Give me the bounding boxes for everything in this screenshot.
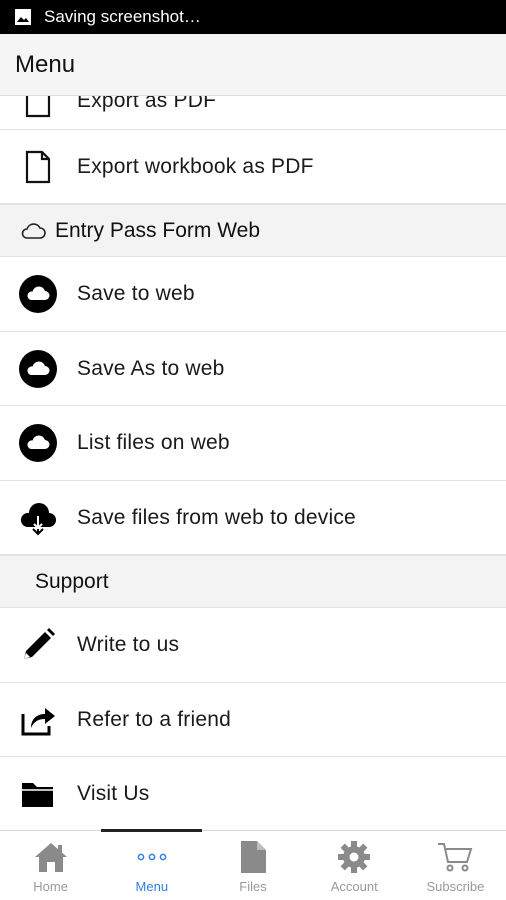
cloud-icon: [18, 423, 58, 463]
image-icon: [14, 8, 32, 26]
menu-item-label: Export as PDF: [77, 96, 217, 112]
menu-item-label: Export workbook as PDF: [77, 154, 314, 178]
file-icon: [18, 147, 58, 187]
menu-item-export-pdf[interactable]: Export as PDF: [0, 96, 506, 130]
tab-menu[interactable]: Menu: [101, 829, 203, 900]
tab-label: Files: [239, 879, 267, 894]
file-icon: [18, 96, 58, 121]
section-header-label: Entry Pass Form Web: [55, 218, 260, 242]
cloud-outline-icon: [20, 222, 46, 240]
menu-item-save-files-to-device[interactable]: Save files from web to device: [0, 481, 506, 555]
menu-item-refer-friend[interactable]: Refer to a friend: [0, 683, 506, 757]
cloud-icon: [18, 349, 58, 389]
share-icon: [18, 700, 58, 740]
menu-item-label: Write to us: [77, 633, 180, 656]
menu-item-visit-us[interactable]: Visit Us: [0, 757, 506, 830]
menu-item-label: Save files from web to device: [77, 505, 356, 529]
pencil-icon: [18, 625, 58, 665]
tab-label: Account: [330, 879, 378, 894]
menu-item-save-to-web[interactable]: Save to web: [0, 257, 506, 332]
tab-label: Home: [33, 879, 68, 894]
cloud-icon: [18, 274, 58, 314]
status-bar: Saving screenshot…: [0, 0, 506, 34]
menu-item-label: Visit Us: [77, 782, 150, 805]
menu-item-label: Save to web: [77, 282, 195, 305]
folder-icon: [18, 774, 58, 814]
tab-account[interactable]: Account: [304, 831, 405, 900]
status-text: Saving screenshot…: [44, 7, 201, 26]
cart-icon: [437, 839, 473, 875]
more-dots-icon: [134, 839, 170, 875]
menu-list[interactable]: Export as PDF Export workbook as PDF Ent…: [0, 96, 506, 830]
cloud-download-icon: [18, 498, 58, 538]
menu-item-write-to-us[interactable]: Write to us: [0, 608, 506, 683]
menu-item-label: List files on web: [77, 431, 230, 454]
menu-item-save-as-to-web[interactable]: Save As to web: [0, 332, 506, 406]
menu-item-export-workbook-pdf[interactable]: Export workbook as PDF: [0, 130, 506, 204]
tab-files[interactable]: Files: [202, 831, 303, 900]
app-bar: Menu: [0, 34, 506, 96]
tab-home[interactable]: Home: [0, 831, 101, 900]
section-header-label: Support: [35, 569, 109, 593]
bottom-tab-bar: Home Menu Files Account Subscribe: [0, 829, 506, 900]
menu-item-label: Refer to a friend: [77, 707, 231, 731]
home-icon: [33, 839, 69, 875]
section-header-support: Support: [0, 555, 506, 608]
section-header-web: Entry Pass Form Web: [0, 204, 506, 257]
tab-label: Subscribe: [426, 879, 485, 894]
document-icon: [235, 839, 271, 875]
gear-icon: [336, 839, 372, 875]
menu-item-list-files-on-web[interactable]: List files on web: [0, 406, 506, 481]
page-title: Menu: [15, 50, 76, 78]
menu-item-label: Save As to web: [77, 356, 225, 380]
tab-subscribe[interactable]: Subscribe: [405, 831, 506, 900]
tab-label: Menu: [135, 879, 169, 894]
